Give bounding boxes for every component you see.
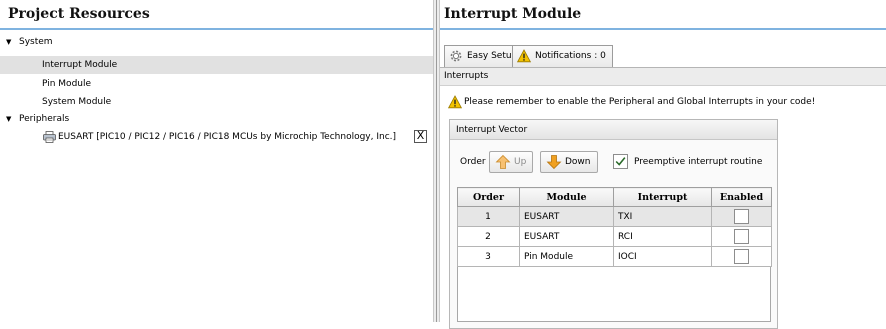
enable-interrupts-warning: Please remember to enable the Peripheral… — [448, 94, 815, 110]
project-resources-panel: Project Resources ▼ System Interrupt Mod… — [0, 0, 433, 322]
cell-enabled — [711, 206, 772, 227]
move-up-button[interactable]: Up — [489, 151, 534, 173]
tab-bar: Easy Setup Notifications : 0 — [440, 43, 886, 68]
tree-item-system-module[interactable]: System Module — [0, 93, 433, 111]
table-row[interactable]: 3 Pin Module IOCI — [457, 246, 772, 267]
button-label: Up — [514, 157, 527, 167]
interrupt-module-title: Interrupt Module — [440, 0, 886, 30]
interrupts-section-header: Interrupts — [440, 68, 886, 86]
tree-group-system[interactable]: ▼ System — [0, 33, 433, 51]
tab-label: Easy Setup — [467, 51, 518, 61]
tree-item-interrupt-module[interactable]: Interrupt Module — [0, 56, 433, 74]
cell-order: 3 — [457, 246, 520, 267]
button-label: Down — [565, 157, 591, 167]
column-header-enabled[interactable]: Enabled — [711, 187, 772, 207]
cell-interrupt: IOCI — [613, 246, 712, 267]
tree-item-pin-module[interactable]: Pin Module — [0, 75, 433, 93]
gear-icon — [450, 50, 462, 62]
tree-group-peripherals[interactable]: ▼ Peripherals — [0, 110, 433, 128]
tree-item-label: Interrupt Module — [42, 60, 118, 70]
move-down-button[interactable]: Down — [540, 151, 598, 173]
tree-item-label: EUSART [PIC10 / PIC12 / PIC16 / PIC18 MC… — [58, 132, 397, 142]
column-header-module[interactable]: Module — [519, 187, 614, 207]
enabled-checkbox[interactable] — [733, 209, 749, 224]
table-row[interactable]: 2 EUSART RCI — [457, 226, 772, 247]
expand-triangle-icon[interactable]: ▼ — [6, 110, 11, 128]
enabled-checkbox[interactable] — [733, 249, 749, 264]
table-row[interactable]: 1 EUSART TXI — [457, 206, 772, 227]
cell-order: 1 — [457, 206, 520, 227]
cell-interrupt: TXI — [613, 206, 712, 227]
cell-module: EUSART — [519, 226, 614, 247]
tree-group-label: Peripherals — [19, 114, 70, 124]
tree-group-label: System — [19, 37, 53, 47]
arrow-up-icon — [495, 154, 511, 169]
checkmark-icon — [615, 157, 626, 166]
arrow-down-icon — [546, 155, 562, 170]
enabled-checkbox[interactable] — [733, 229, 749, 244]
warning-icon — [517, 49, 531, 63]
preemptive-checkbox[interactable] — [613, 154, 628, 169]
tree-item-eusart[interactable]: EUSART [PIC10 / PIC12 / PIC16 / PIC18 MC… — [0, 128, 433, 146]
column-header-order[interactable]: Order — [457, 187, 520, 207]
printer-icon — [43, 131, 56, 143]
cell-interrupt: RCI — [613, 226, 712, 247]
cell-enabled — [711, 246, 772, 267]
warning-icon — [448, 95, 462, 109]
preemptive-label: Preemptive interrupt routine — [634, 157, 763, 167]
cell-enabled — [711, 226, 772, 247]
column-header-interrupt[interactable]: Interrupt — [613, 187, 712, 207]
cell-order: 2 — [457, 226, 520, 247]
tree-item-label: Pin Module — [42, 79, 92, 89]
project-resources-title: Project Resources — [0, 0, 433, 30]
warning-text: Please remember to enable the Peripheral… — [464, 97, 816, 107]
cell-module: Pin Module — [519, 246, 614, 267]
cell-module: EUSART — [519, 206, 614, 227]
tab-notifications[interactable]: Notifications : 0 — [512, 45, 613, 67]
interrupt-vector-table: Order Module Interrupt Enabled 1 EUSART … — [457, 187, 772, 267]
table-header-row: Order Module Interrupt Enabled — [457, 187, 772, 207]
panel-splitter[interactable] — [433, 0, 440, 322]
tree-item-label: System Module — [42, 97, 112, 107]
expand-triangle-icon[interactable]: ▼ — [6, 33, 11, 51]
remove-peripheral-button[interactable]: X — [414, 130, 427, 143]
interrupt-vector-title: Interrupt Vector — [450, 120, 777, 140]
tab-label: Notifications : 0 — [535, 51, 606, 61]
order-label: Order — [460, 157, 486, 167]
